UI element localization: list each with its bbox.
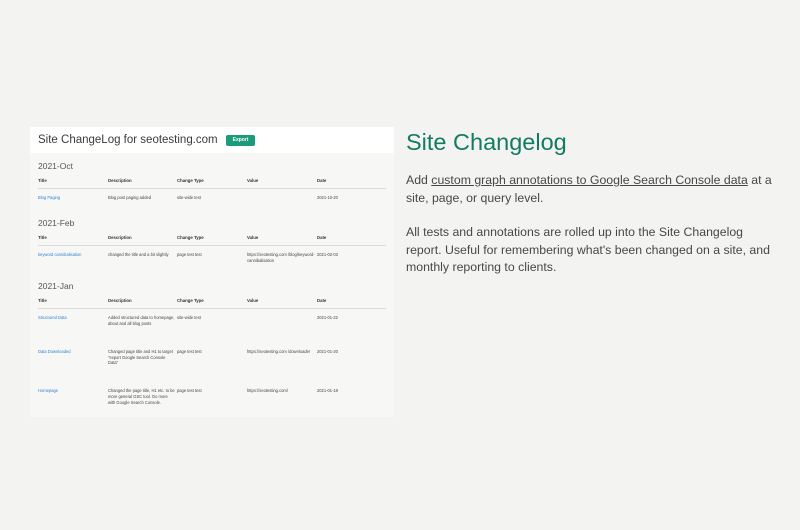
column-header: Title: [38, 297, 108, 309]
row-value: https://seotesting.com /blog/keyword-can…: [247, 251, 315, 263]
table-row: Structured Data Added structured data to …: [38, 308, 386, 342]
row-description: changed the title and a bit slightly: [108, 251, 169, 257]
row-date: 2021-10-20: [317, 195, 338, 200]
panel-title: Site ChangeLog for seotesting.com: [38, 134, 218, 146]
row-title-link[interactable]: keyword cannibalisation: [38, 245, 108, 271]
month-heading: 2021-Feb: [38, 217, 75, 228]
changelog-list: 2021-Oct Title Description Change Type Value…: [30, 161, 394, 417]
changelog-table: Title Description Change Type Value Date Stru…: [38, 297, 386, 414]
row-change-type: site-wide test: [177, 314, 201, 320]
row-title-link[interactable]: Blog Paging: [38, 189, 108, 209]
column-header: Title: [38, 234, 108, 246]
column-header: Description: [108, 178, 177, 189]
table-row: keyword cannibalisation changed the title…: [38, 245, 386, 271]
row-change-type: page test test: [177, 348, 202, 354]
month-heading: 2021-Oct: [38, 161, 73, 171]
feature-heading: Site Changelog: [406, 129, 567, 155]
changelog-screenshot: Site ChangeLog for seotesting.com Export…: [30, 127, 394, 417]
column-header: Change Type: [177, 178, 247, 189]
table-row: Homepage Changed the page title, H1 etc. …: [38, 382, 386, 414]
annotations-link[interactable]: custom graph annotations to Google Searc…: [431, 173, 748, 187]
column-header: Change Type: [177, 234, 247, 246]
changelog-table: Title Description Change Type Value Date keyw…: [38, 234, 386, 272]
row-value: https://seotesting.com/: [247, 388, 288, 394]
row-description: Changed page title and H1 to target "exp…: [108, 348, 173, 366]
row-date: 2021-02-03: [317, 251, 338, 257]
row-date: 2021-01-22: [317, 314, 338, 320]
row-description: Changed the page title, H1 etc. to be mo…: [108, 388, 175, 406]
row-title-link[interactable]: Structured Data: [38, 308, 108, 342]
row-title-link[interactable]: Homepage: [38, 382, 108, 414]
row-value: [247, 308, 317, 342]
row-description: Blog post paging added: [108, 195, 152, 200]
row-date: 2021-01-20: [317, 348, 338, 354]
row-value: [247, 189, 317, 209]
column-header: Date: [317, 234, 386, 246]
month-heading: 2021-Jan: [38, 280, 74, 291]
column-header: Title: [38, 178, 108, 189]
column-header: Change Type: [177, 297, 247, 309]
column-header: Value: [247, 178, 317, 189]
row-date: 2021-01-18: [317, 388, 338, 394]
panel-header: Site ChangeLog for seotesting.com Export: [30, 127, 394, 153]
feature-description: Site Changelog Add custom graph annotati…: [406, 128, 776, 277]
column-header: Value: [247, 234, 317, 246]
row-change-type: page test test: [177, 251, 202, 257]
column-header: Value: [247, 297, 317, 309]
row-change-type: page test test: [177, 388, 202, 394]
feature-paragraph-2: All tests and annotations are rolled up …: [406, 225, 770, 274]
row-change-type: site-wide test: [177, 195, 201, 200]
column-header: Description: [108, 234, 177, 246]
column-header: Description: [108, 297, 177, 309]
table-row: Blog Paging Blog post paging added site-wi…: [38, 189, 386, 209]
column-header: Date: [317, 178, 386, 189]
changelog-table: Title Description Change Type Value Date Blog…: [38, 178, 386, 209]
table-row: Data Downloaded Changed page title and H1…: [38, 343, 386, 383]
export-button[interactable]: Export: [225, 134, 256, 146]
row-value: https://seotesting.com /downloader: [247, 348, 311, 354]
row-description: Added structured data to homepage, about…: [108, 314, 175, 326]
row-title-link[interactable]: Data Downloaded: [38, 343, 108, 383]
feature-paragraph-1: Add custom graph annotations to Google S…: [406, 172, 776, 207]
para1-prefix: Add: [406, 173, 432, 187]
column-header: Date: [317, 297, 386, 309]
